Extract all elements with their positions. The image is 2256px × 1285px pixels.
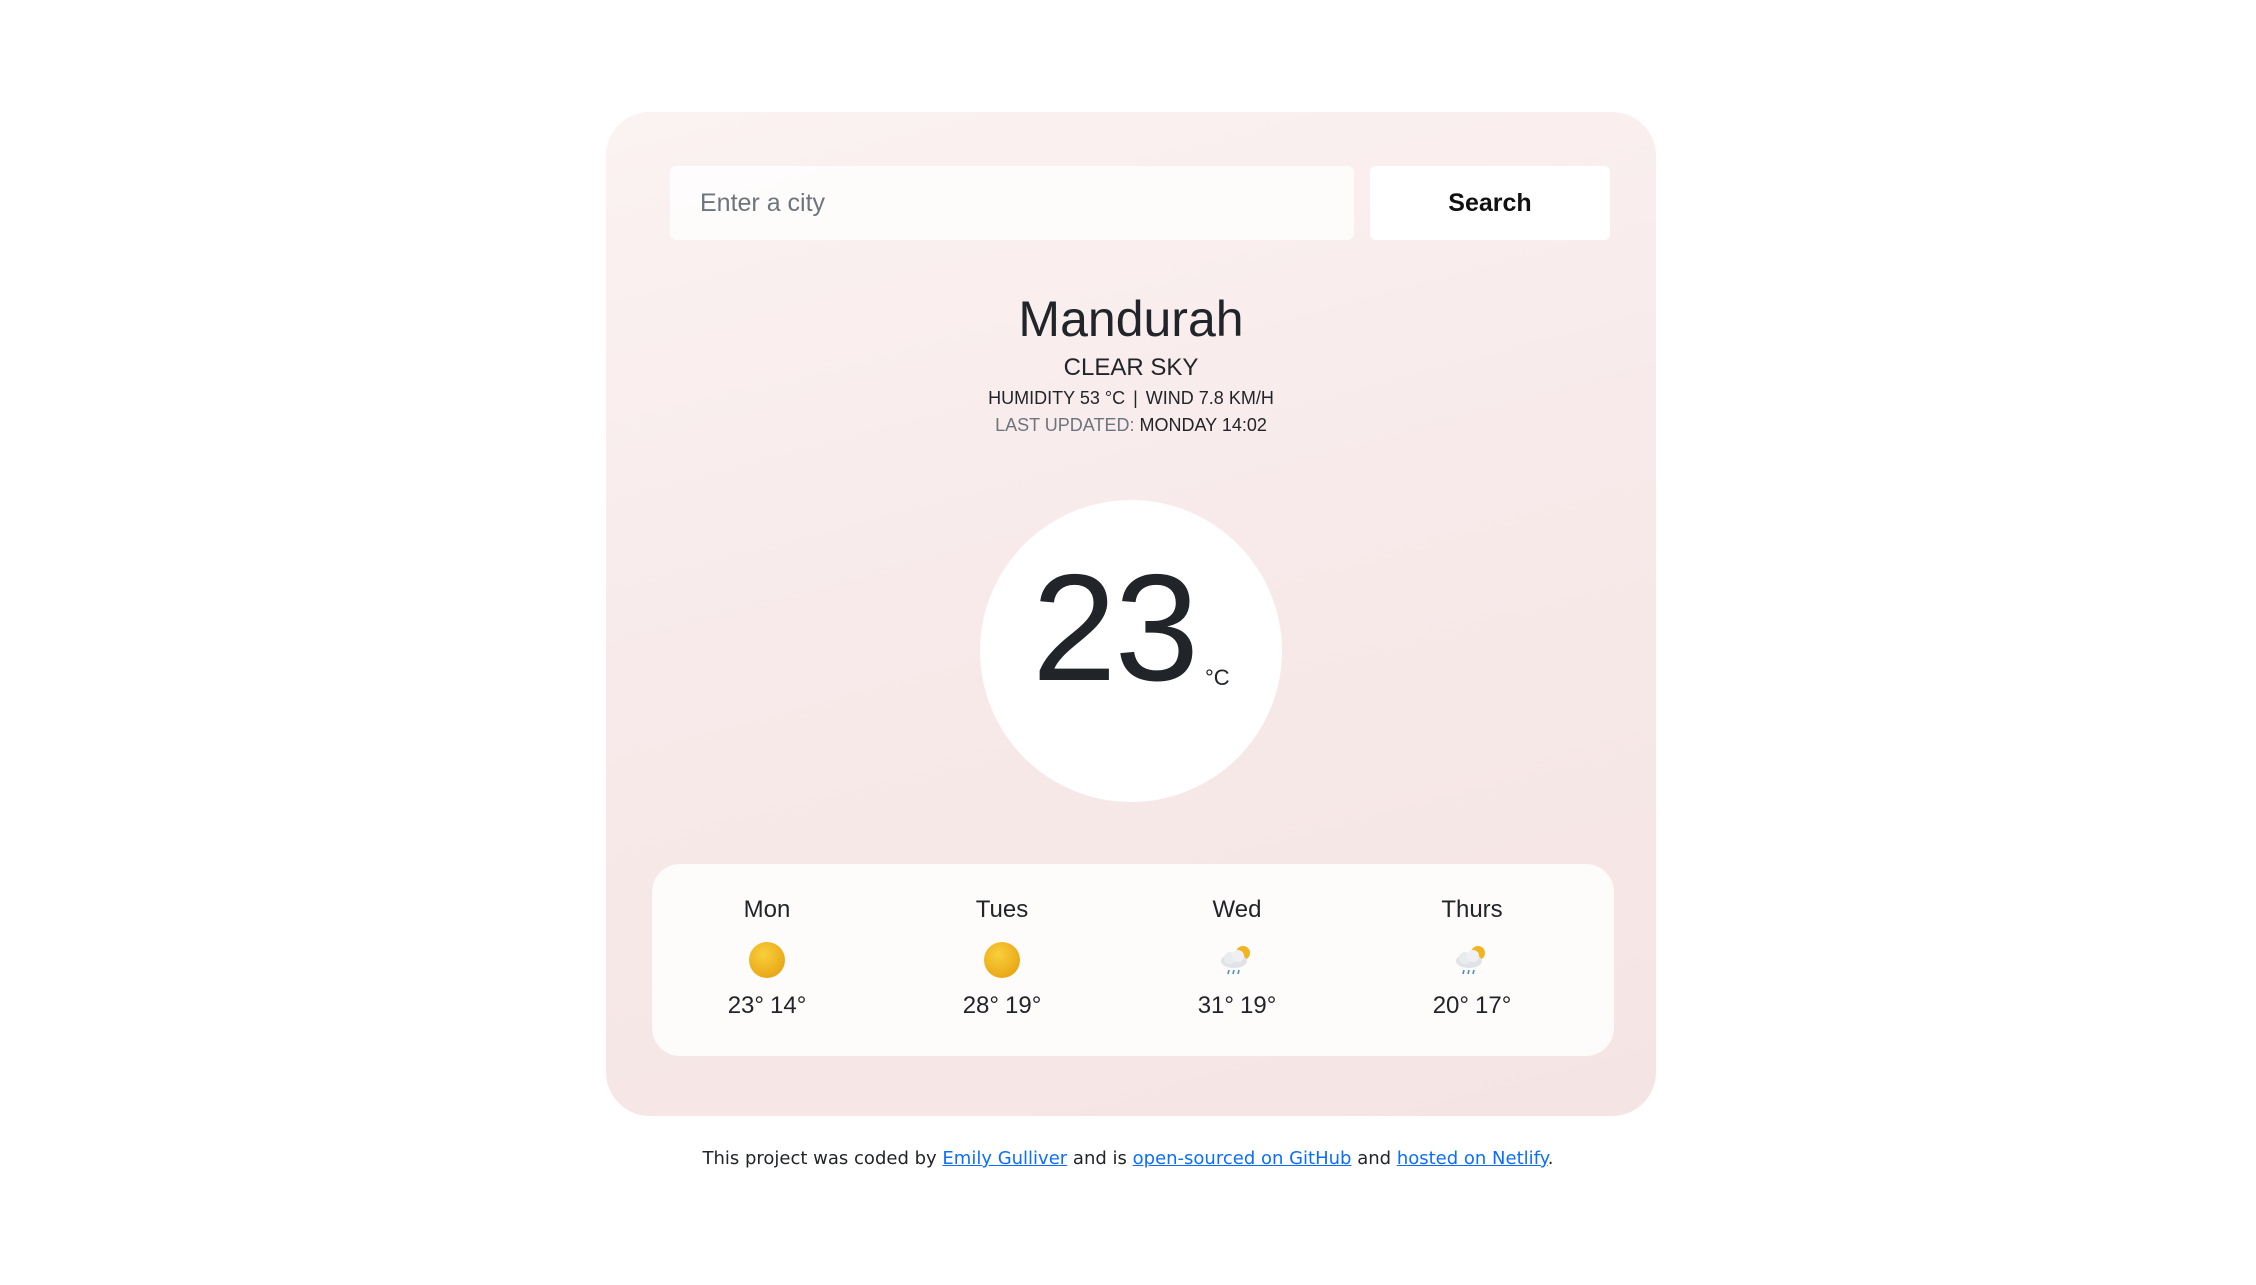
humidity-value: 53 °C xyxy=(1079,388,1126,408)
forecast-day: Mon 23° 14° xyxy=(667,864,867,1056)
footer-text: This project was coded by xyxy=(702,1148,937,1169)
forecast-min: 14° xyxy=(770,992,807,1019)
search-button[interactable]: Search xyxy=(1370,166,1610,240)
footer-text: and is xyxy=(1072,1148,1127,1169)
details-separator: | xyxy=(1133,388,1138,408)
last-updated-label: LAST UPDATED: xyxy=(995,415,1135,435)
temperature-unit: °C xyxy=(1205,665,1230,690)
footer: This project was coded by Emily Gulliver… xyxy=(0,1148,2256,1169)
humidity-label: HUMIDITY xyxy=(988,388,1075,408)
current-temperature: 23 xyxy=(1032,543,1199,713)
forecast-max: 28° xyxy=(962,992,999,1019)
footer-text: and xyxy=(1357,1148,1392,1169)
forecast-temps: 20° 17° xyxy=(1372,992,1572,1020)
forecast-day: Tues 28° 19° xyxy=(902,864,1102,1056)
city-name: Mandurah xyxy=(1018,291,1244,347)
rain-cloud-sun-icon xyxy=(1456,946,1485,975)
forecast-day-name: Thurs xyxy=(1441,896,1503,923)
forecast-temps: 28° 19° xyxy=(902,992,1102,1020)
sun-icon xyxy=(749,942,785,978)
weather-description: CLEAR SKY xyxy=(1063,354,1199,381)
forecast-max: 23° xyxy=(727,992,764,1019)
forecast-min: 19° xyxy=(1240,992,1277,1019)
forecast-day-name: Mon xyxy=(743,896,791,923)
github-link[interactable]: open-sourced on GitHub xyxy=(1133,1148,1352,1169)
forecast-day: Wed 31° 19° xyxy=(1137,864,1337,1056)
weather-app-card: Search Mandurah CLEAR SKY HUMIDITY 53 °C… xyxy=(606,112,1656,1116)
weather-details: HUMIDITY 53 °C | WIND 7.8 KM/H xyxy=(606,388,1656,409)
forecast-temps: 31° 19° xyxy=(1137,992,1337,1020)
netlify-link[interactable]: hosted on Netlify xyxy=(1397,1148,1548,1169)
rain-cloud-sun-icon xyxy=(1221,946,1250,975)
forecast-min: 17° xyxy=(1475,992,1512,1019)
forecast-max: 20° xyxy=(1432,992,1469,1019)
city-search-input[interactable] xyxy=(670,166,1354,240)
sun-icon xyxy=(984,942,1020,978)
forecast-day-name: Tues xyxy=(975,896,1029,923)
forecast-temps: 23° 14° xyxy=(667,992,867,1020)
forecast-panel: Mon 23° 14° Tues 28° 19° Wed 31° 19° Thu… xyxy=(652,864,1614,1056)
forecast-day: Thurs 20° 17° xyxy=(1372,864,1572,1056)
wind-value: 7.8 KM/H xyxy=(1198,388,1274,408)
footer-period: . xyxy=(1547,1148,1554,1169)
last-updated-value: MONDAY 14:02 xyxy=(1139,415,1267,435)
forecast-day-name: Wed xyxy=(1212,896,1262,923)
author-link[interactable]: Emily Gulliver xyxy=(942,1148,1067,1169)
wind-label: WIND xyxy=(1145,388,1194,408)
forecast-min: 19° xyxy=(1005,992,1042,1019)
current-temperature-circle: 23 °C xyxy=(980,500,1282,802)
forecast-max: 31° xyxy=(1197,992,1234,1019)
last-updated: LAST UPDATED: MONDAY 14:02 xyxy=(606,415,1656,436)
